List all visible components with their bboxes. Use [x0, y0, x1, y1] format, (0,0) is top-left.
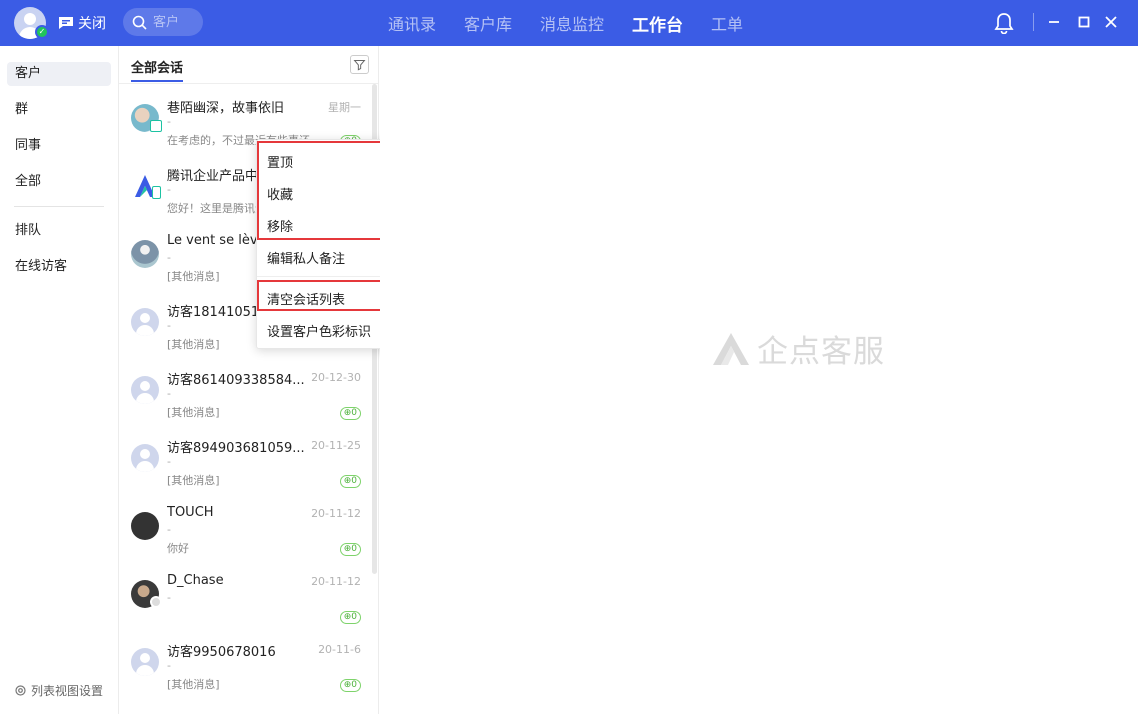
device-pc-icon: [150, 120, 162, 132]
sidebar-item-online-visitors[interactable]: 在线访客: [7, 255, 111, 279]
tab-work-order[interactable]: 工单: [711, 11, 743, 35]
conversation-time: 星期一: [328, 101, 361, 114]
avatar: [131, 648, 159, 676]
chat-close-icon: [59, 17, 73, 29]
sidebar-item-customer[interactable]: 客户: [7, 62, 111, 86]
message-count-badge: ⊕0: [339, 679, 361, 692]
close-button[interactable]: 关闭: [58, 13, 106, 33]
conversation-name: D_Chase: [167, 573, 224, 588]
product-watermark: 企点客服: [711, 326, 885, 371]
avatar: [131, 512, 159, 540]
conversation-time: 20-12-30: [311, 371, 361, 384]
conversation-time: 20-11-6: [318, 643, 361, 656]
conversation-name: 访客181410511: [167, 305, 268, 320]
conversation-time: 20-11-25: [311, 439, 361, 452]
watermark-text: 企点客服: [757, 334, 885, 370]
conversation-subtitle: -: [167, 591, 171, 604]
main-panel: 企点客服: [380, 46, 1138, 714]
menu-item-clear-list[interactable]: 清空会话列表: [267, 289, 345, 308]
conversation-time: 20-11-12: [311, 575, 361, 588]
avatar: [131, 240, 159, 268]
offline-status-icon: [150, 596, 162, 608]
close-label: 关闭: [78, 16, 106, 32]
settings-icon: [15, 685, 26, 696]
filter-icon[interactable]: [350, 55, 369, 74]
conversation-last-message: [其他消息]: [167, 406, 220, 419]
conversation-name: 腾讯企业产品中: [167, 169, 259, 184]
conversation-last-message: [其他消息]: [167, 270, 220, 283]
conversation-last-message: 您好！这里是腾讯企: [167, 202, 266, 215]
conversation-subtitle: -: [167, 455, 171, 468]
menu-divider: [257, 276, 397, 277]
message-count-badge: ⊕0: [339, 475, 361, 488]
context-menu: 置顶 收藏 移除 编辑私人备注 清空会话列表 设置客户色彩标识: [256, 139, 398, 349]
qidian-logo-icon: [713, 332, 749, 365]
menu-item-pin[interactable]: 置顶: [267, 152, 293, 171]
conversation-subtitle: -: [167, 387, 171, 400]
list-view-settings-label: 列表视图设置: [31, 684, 104, 698]
tab-workbench[interactable]: 工作台: [632, 11, 683, 36]
conversation-name: 巷陌幽深，故事依旧: [167, 101, 285, 116]
header-underline: [131, 80, 183, 82]
bell-icon[interactable]: [994, 12, 1014, 34]
conversation-subtitle: -: [167, 659, 171, 672]
message-count-badge: ⊕0: [339, 543, 361, 556]
conversation-subtitle: -: [167, 115, 171, 128]
conversation-last-message: [其他消息]: [167, 474, 220, 487]
conversation-row[interactable]: TOUCH 20-11-12 - 你好 ⊕0: [119, 498, 369, 566]
sidebar-divider: [14, 206, 104, 207]
conversation-row[interactable]: D_Chase 20-11-12 - ⊕0: [119, 566, 369, 634]
conversation-subtitle: -: [167, 523, 171, 536]
conversation-list-header[interactable]: 全部会话: [131, 57, 183, 76]
conversation-name: 访客9950678016: [167, 645, 276, 660]
main-nav: 通讯录 客户库 消息监控 工作台 工单: [388, 0, 771, 46]
minimize-icon[interactable]: [1046, 14, 1062, 30]
device-mobile-icon: [152, 186, 161, 199]
conversation-name: 访客894903681059...: [167, 441, 305, 456]
conversation-row[interactable]: 访客9950678016 20-11-6 - [其他消息] ⊕0: [119, 634, 369, 702]
menu-item-edit-private-note[interactable]: 编辑私人备注: [267, 248, 345, 267]
conversation-time: 20-11-12: [311, 507, 361, 520]
conversation-name: 访客861409338584...: [167, 373, 305, 388]
list-view-settings[interactable]: 列表视图设置: [14, 682, 103, 699]
conversation-row[interactable]: 访客894903681059... 20-11-25 - [其他消息] ⊕0: [119, 430, 369, 498]
search-icon: [132, 15, 147, 30]
menu-item-favorite[interactable]: 收藏: [267, 184, 293, 203]
sidebar-item-group[interactable]: 群: [7, 98, 111, 122]
sidebar-item-colleague[interactable]: 同事: [7, 134, 111, 158]
conversation-last-message: [其他消息]: [167, 338, 220, 351]
avatar: [131, 308, 159, 336]
tab-message-monitor[interactable]: 消息监控: [540, 11, 604, 35]
message-count-badge: ⊕0: [339, 611, 361, 624]
conversation-subtitle: -: [167, 183, 171, 196]
search-input[interactable]: [153, 14, 197, 30]
menu-item-remove[interactable]: 移除: [267, 216, 293, 235]
sidebar-item-all[interactable]: 全部: [7, 170, 111, 194]
tab-contacts[interactable]: 通讯录: [388, 11, 436, 35]
top-bar: ✓ 关闭 通讯录 客户库 消息监控 工作台 工单: [0, 0, 1138, 46]
conversation-name: TOUCH: [167, 505, 214, 520]
tab-customer-library[interactable]: 客户库: [464, 11, 512, 35]
message-count-badge: ⊕0: [339, 407, 361, 420]
maximize-icon[interactable]: [1076, 14, 1092, 30]
close-window-icon[interactable]: [1103, 14, 1119, 30]
conversation-subtitle: -: [167, 319, 171, 332]
conversation-subtitle: -: [167, 251, 171, 264]
sidebar: 客户 群 同事 全部 排队 在线访客 列表视图设置: [0, 46, 119, 714]
divider: [1033, 13, 1034, 31]
search-box[interactable]: [123, 8, 203, 36]
header-divider: [119, 83, 378, 84]
conversation-row[interactable]: 访客861409338584... 20-12-30 - [其他消息] ⊕0: [119, 362, 369, 430]
menu-item-set-color-tag[interactable]: 设置客户色彩标识: [267, 321, 371, 340]
conversation-last-message: 你好: [167, 542, 189, 555]
avatar: [131, 376, 159, 404]
sidebar-item-queue[interactable]: 排队: [7, 219, 111, 243]
conversation-last-message: [其他消息]: [167, 678, 220, 691]
conversation-name: Le vent se lève: [167, 233, 266, 248]
online-status-icon: ✓: [35, 25, 49, 39]
avatar: [131, 444, 159, 472]
